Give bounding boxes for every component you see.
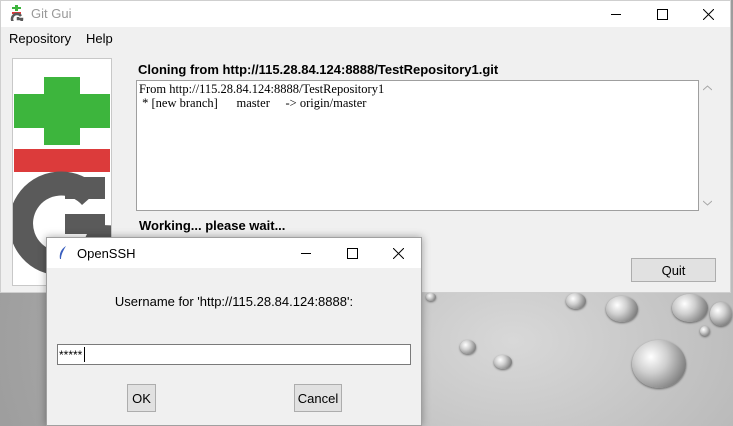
username-input[interactable]: [57, 344, 411, 365]
window-title: Git Gui: [31, 6, 72, 21]
water-drop: [460, 340, 476, 354]
close-icon: [392, 247, 404, 259]
water-drop: [606, 296, 638, 322]
openssh-dialog: OpenSSH Username for 'http://115.28.84.1…: [46, 237, 422, 426]
quit-button[interactable]: Quit: [631, 258, 716, 282]
water-drop: [632, 340, 686, 388]
scroll-up-icon[interactable]: [703, 85, 712, 91]
menu-bar: Repository Help: [1, 27, 730, 49]
water-drop: [566, 293, 586, 309]
clone-log[interactable]: From http://115.28.84.124:8888/TestRepos…: [136, 80, 699, 211]
dialog-close-button[interactable]: [375, 238, 421, 268]
git-gui-icon: [10, 5, 24, 21]
maximize-button[interactable]: [639, 1, 685, 27]
menu-repository[interactable]: Repository: [9, 31, 71, 46]
cancel-button[interactable]: Cancel: [294, 384, 342, 412]
log-line: From http://115.28.84.124:8888/TestRepos…: [139, 82, 385, 96]
dialog-maximize-button[interactable]: [329, 238, 375, 268]
close-button[interactable]: [685, 1, 731, 27]
dialog-title: OpenSSH: [77, 246, 136, 261]
water-drop: [700, 326, 710, 336]
minimize-icon: [300, 252, 311, 254]
dialog-title-bar[interactable]: OpenSSH: [47, 238, 421, 268]
close-icon: [702, 8, 714, 20]
maximize-icon: [346, 247, 358, 259]
status-text: Working... please wait...: [139, 218, 286, 233]
dialog-minimize-button[interactable]: [283, 238, 329, 268]
scroll-down-icon[interactable]: [703, 200, 712, 206]
text-caret: [84, 347, 85, 362]
minimize-icon: [610, 13, 621, 15]
title-bar[interactable]: Git Gui: [1, 1, 730, 27]
maximize-icon: [656, 8, 668, 20]
menu-help[interactable]: Help: [86, 31, 113, 46]
water-drop: [426, 293, 436, 301]
minimize-button[interactable]: [593, 1, 639, 27]
ok-button[interactable]: OK: [127, 384, 156, 412]
water-drop: [710, 302, 732, 326]
clone-heading: Cloning from http://115.28.84.124:8888/T…: [138, 62, 499, 77]
water-drop: [494, 355, 512, 369]
log-scrollbar[interactable]: [699, 80, 716, 211]
log-line: * [new branch] master -> origin/master: [139, 96, 367, 110]
username-prompt: Username for 'http://115.28.84.124:8888'…: [114, 294, 354, 309]
water-drop: [672, 294, 708, 322]
feather-icon: [59, 246, 66, 259]
